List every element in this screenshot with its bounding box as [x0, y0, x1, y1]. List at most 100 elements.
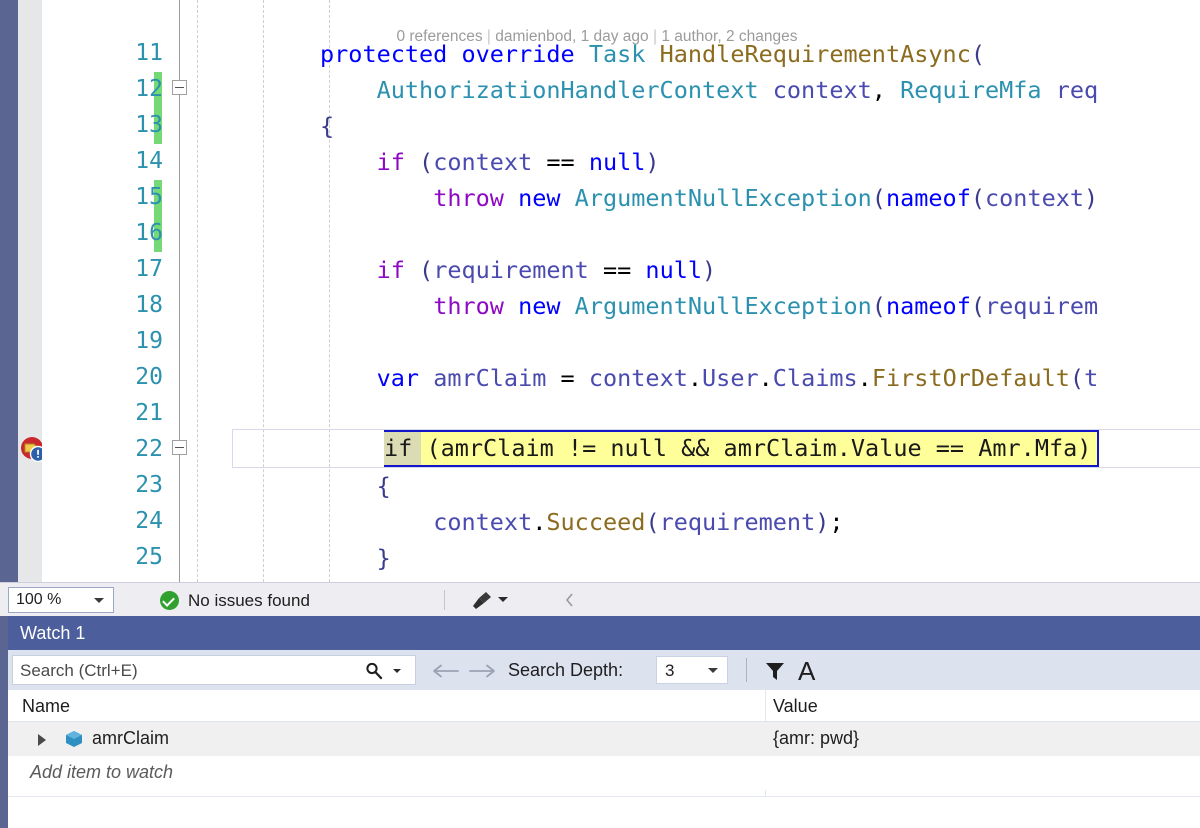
- chevron-down-icon[interactable]: [393, 669, 401, 673]
- search-depth-value: 3: [665, 661, 675, 680]
- code-token: Claims: [772, 364, 858, 392]
- grid-bottom-divider: [8, 796, 1200, 797]
- code-token: context: [588, 364, 688, 392]
- code-token: (: [1069, 364, 1085, 392]
- collapse-outline-button[interactable]: [172, 440, 187, 455]
- code-token: context: [985, 184, 1085, 212]
- watch-grid: Name Value amrClaim {amr: pwd} Add item …: [8, 690, 1200, 828]
- column-header-name[interactable]: Name: [22, 696, 70, 717]
- search-depth-dropdown[interactable]: 3: [656, 656, 728, 684]
- code-token: throw: [433, 292, 519, 320]
- watch-toolbar: Search (Ctrl+E) Search Depth: 3 A: [8, 650, 1200, 690]
- code-token: new: [518, 292, 575, 320]
- table-row[interactable]: amrClaim {amr: pwd}: [8, 722, 1200, 756]
- code-token: nameof: [885, 184, 971, 212]
- code-token: new: [518, 184, 575, 212]
- code-line[interactable]: AuthorizationHandlerContext context, Req…: [320, 72, 1099, 108]
- code-line[interactable]: var amrClaim = context.User.Claims.First…: [320, 360, 1099, 396]
- watch-panel-titlebar[interactable]: Watch 1: [8, 616, 1200, 650]
- code-token: if: [376, 148, 405, 176]
- code-line[interactable]: }: [320, 540, 391, 576]
- check-circle-icon: [160, 591, 179, 610]
- editor-status-bar: 100 % No issues found: [0, 582, 1200, 616]
- funnel-icon[interactable]: [764, 660, 786, 682]
- code-token: (: [970, 40, 985, 68]
- code-token: RequireMfa: [900, 76, 1056, 104]
- code-token: ArgumentNullException: [574, 184, 872, 212]
- code-token: (: [871, 184, 886, 212]
- code-line[interactable]: if (requirement == null): [320, 252, 717, 288]
- toolbar-divider: [746, 658, 747, 682]
- breakpoint-gutter[interactable]: [18, 0, 42, 582]
- line-number: 19: [135, 328, 163, 354]
- code-token: .: [532, 508, 547, 536]
- watch-panel: Watch 1 Search (Ctrl+E) Search Depth: 3 …: [0, 616, 1200, 828]
- search-placeholder: Search (Ctrl+E): [20, 661, 138, 680]
- add-item-row[interactable]: Add item to watch: [8, 756, 1200, 790]
- code-line[interactable]: throw new ArgumentNullException(nameof(c…: [320, 180, 1098, 216]
- letter-a-icon[interactable]: A: [798, 656, 815, 687]
- brush-icon[interactable]: [470, 591, 492, 611]
- code-line[interactable]: {: [320, 468, 391, 504]
- watch-item-name[interactable]: amrClaim: [92, 728, 169, 749]
- line-number: 17: [135, 256, 163, 282]
- code-token: requirement: [659, 508, 816, 536]
- watch-item-value[interactable]: {amr: pwd}: [773, 728, 859, 749]
- code-token: (: [404, 148, 434, 176]
- search-input[interactable]: Search (Ctrl+E): [12, 655, 416, 685]
- line-number: 22: [135, 436, 163, 462]
- highlighted-statement-text[interactable]: if (amrClaim != null && amrClaim.Value =…: [384, 430, 1091, 467]
- collapse-outline-button[interactable]: [172, 80, 187, 95]
- column-header-value[interactable]: Value: [773, 696, 818, 717]
- zoom-level-dropdown[interactable]: 100 %: [8, 587, 114, 613]
- arrow-right-icon[interactable]: [468, 664, 498, 678]
- editor-left-accent-bar: [0, 0, 18, 582]
- code-token: ArgumentNullException: [574, 292, 872, 320]
- code-line[interactable]: if (context == null): [320, 144, 660, 180]
- code-token: Succeed: [546, 508, 646, 536]
- code-text-area[interactable]: 0 references | damienbod, 1 day ago | 1 …: [42, 0, 1200, 582]
- line-number: 14: [135, 148, 163, 174]
- add-item-to-watch-placeholder[interactable]: Add item to watch: [30, 762, 173, 783]
- visual-studio-window: 0 references | damienbod, 1 day ago | 1 …: [0, 0, 1200, 828]
- chevron-down-icon[interactable]: [498, 597, 508, 602]
- code-token: (: [970, 292, 985, 320]
- chevron-right-icon[interactable]: [38, 734, 46, 746]
- magnifier-icon[interactable]: [365, 662, 383, 680]
- code-token: nameof: [885, 292, 971, 320]
- code-token: null: [645, 256, 703, 284]
- code-token: context: [772, 76, 872, 104]
- code-token: ,: [871, 76, 901, 104]
- chevron-left-icon[interactable]: [565, 593, 574, 607]
- code-line[interactable]: {: [320, 108, 334, 144]
- code-editor[interactable]: 0 references | damienbod, 1 day ago | 1 …: [0, 0, 1200, 582]
- indent-guide-2: [263, 0, 264, 582]
- line-number: 24: [135, 508, 163, 534]
- code-token: context: [433, 148, 533, 176]
- line-number: 18: [135, 292, 163, 318]
- code-token: t: [1084, 364, 1099, 392]
- code-line[interactable]: throw new ArgumentNullException(nameof(r…: [320, 288, 1098, 324]
- watch-panel-title: Watch 1: [20, 623, 86, 643]
- code-token: req: [1055, 76, 1099, 104]
- arrow-left-icon[interactable]: [432, 664, 462, 678]
- issues-status-text: No issues found: [188, 591, 310, 610]
- code-line[interactable]: context.Succeed(requirement);: [320, 504, 843, 540]
- code-token: FirstOrDefault: [871, 364, 1070, 392]
- code-token: .: [857, 364, 872, 392]
- code-token: override: [461, 40, 589, 68]
- code-token: {: [320, 112, 335, 140]
- line-number: 25: [135, 544, 163, 570]
- code-token: (: [645, 508, 660, 536]
- line-number: 23: [135, 472, 163, 498]
- code-token: ): [1084, 184, 1099, 212]
- code-line[interactable]: protected override Task HandleRequiremen…: [320, 36, 985, 72]
- code-token: if: [376, 256, 405, 284]
- code-token: context: [433, 508, 533, 536]
- code-token: ): [702, 256, 717, 284]
